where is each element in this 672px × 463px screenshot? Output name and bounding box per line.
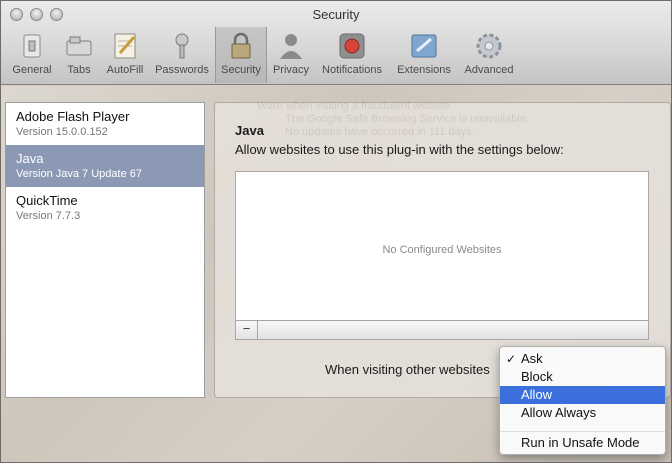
list-controls: − [235,321,649,340]
tab-notifications-label: Notifications [322,64,382,76]
tab-extensions-label: Extensions [397,64,451,76]
plugin-description: Allow websites to use this plug-in with … [235,142,564,157]
other-websites-label: When visiting other websites [325,362,490,377]
lock-icon [231,32,251,59]
menu-item-label: Run in Unsafe Mode [521,435,640,450]
plugin-name: QuickTime [16,193,78,208]
tab-autofill[interactable]: AutoFill [101,27,149,83]
plugin-item-quicktime[interactable]: QuickTime Version 7.7.3 [6,187,204,229]
tab-passwords-label: Passwords [155,64,209,76]
plugin-policy-menu[interactable]: ✓ Ask Block Allow Allow Always Run in Un… [499,346,666,455]
tab-advanced[interactable]: Advanced [459,27,519,83]
general-switch-icon [23,34,41,58]
menu-item-ask[interactable]: ✓ Ask [500,350,665,368]
plugin-list[interactable]: Adobe Flash Player Version 15.0.0.152 Ja… [5,102,205,398]
ghost-service-text: The Google Safe Browsing Service is unav… [285,113,529,125]
menu-item-block[interactable]: Block [500,368,665,386]
menu-item-label: Allow Always [521,405,597,420]
tab-general[interactable]: General [5,27,59,83]
autofill-icon [114,33,136,59]
tab-security-label: Security [221,64,261,76]
extensions-puzzle-icon [411,34,437,58]
plugin-version: Version 7.7.3 [16,210,81,222]
tab-security[interactable]: Security [215,27,267,83]
plugin-name: Adobe Flash Player [16,109,130,124]
key-icon [175,33,189,59]
safari-preferences-window: Security General Tabs AutoFill Passwords… [0,0,672,463]
menu-item-label: Allow [521,387,553,402]
menu-item-label: Ask [521,351,543,366]
menu-item-label: Block [521,369,553,384]
tab-extensions[interactable]: Extensions [393,27,455,83]
configured-websites-list[interactable]: No Configured Websites [235,171,649,321]
tab-notifications[interactable]: Notifications [315,27,389,83]
menu-item-allow-always[interactable]: Allow Always [500,404,665,422]
plugin-item-java[interactable]: Java Version Java 7 Update 67 [6,145,204,187]
window-title: Security [312,7,360,22]
plugin-item-flash[interactable]: Adobe Flash Player Version 15.0.0.152 [6,103,204,145]
tab-advanced-label: Advanced [464,64,514,76]
tab-tabs-label: Tabs [67,64,91,76]
gear-icon [476,33,502,59]
checkmark-icon: ✓ [506,352,517,366]
empty-list-message: No Configured Websites [382,244,502,256]
remove-website-button[interactable]: − [236,321,258,339]
plugin-title: Java [235,123,264,138]
menu-item-run-unsafe[interactable]: Run in Unsafe Mode [500,434,665,452]
tab-general-label: General [12,64,52,76]
plugin-version: Version 15.0.0.152 [16,126,108,138]
menu-item-allow[interactable]: Allow [500,386,665,404]
notifications-icon [339,33,365,59]
plugin-version: Version Java 7 Update 67 [16,168,142,180]
tab-tabs[interactable]: Tabs [59,27,99,83]
tab-privacy-label: Privacy [272,64,310,76]
plugin-name: Java [16,151,44,166]
privacy-person-icon [280,34,302,59]
toolbar: Security General Tabs AutoFill Passwords… [1,1,671,85]
tabs-icon [66,36,92,56]
menu-separator [500,431,665,432]
ghost-updates-text: No updates have occurred in 111 days. [285,126,475,138]
ghost-warn-text: Warn when visiting a fraudulent website [257,100,451,112]
tab-passwords[interactable]: Passwords [153,27,211,83]
tab-privacy[interactable]: Privacy [269,27,313,83]
tab-autofill-label: AutoFill [106,64,144,76]
